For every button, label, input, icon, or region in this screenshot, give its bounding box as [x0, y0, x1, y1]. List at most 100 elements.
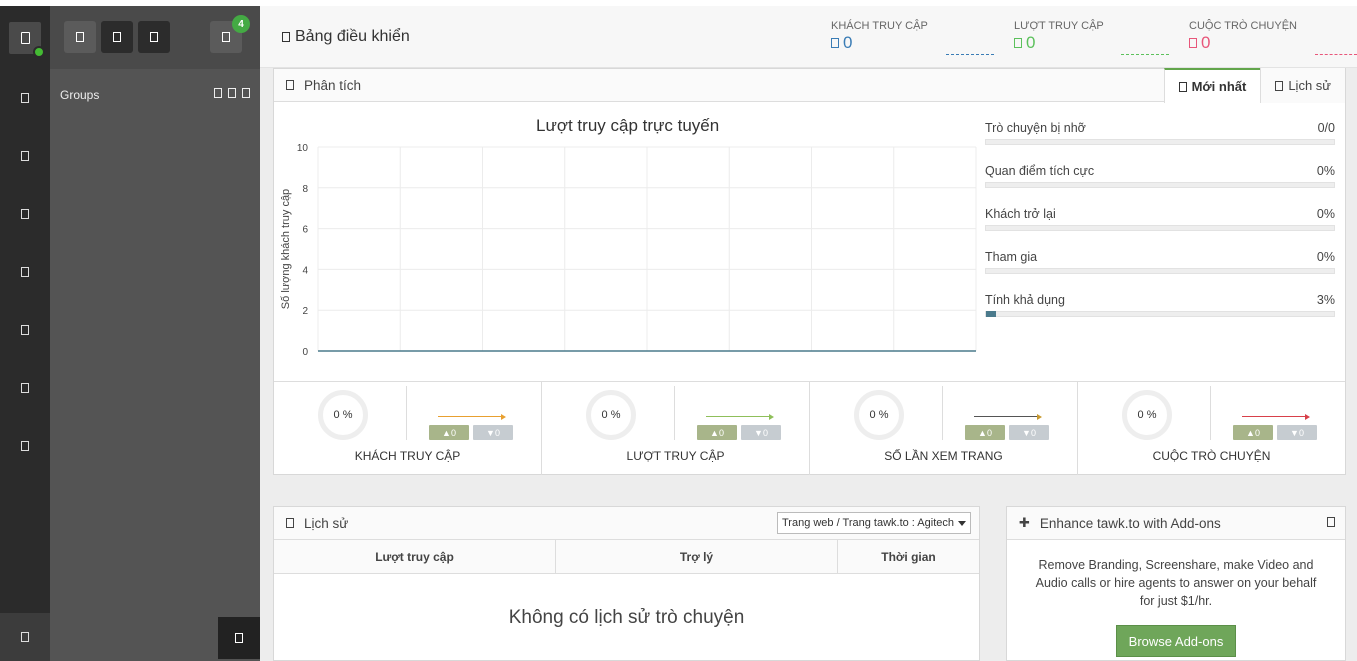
chart-y-tick-label: 2	[302, 306, 308, 317]
tab-latest[interactable]: Mới nhất	[1163, 68, 1261, 103]
report-icon	[21, 325, 29, 335]
kpi-trend-line	[974, 414, 1042, 420]
people-icon	[76, 32, 84, 42]
property-filter-select[interactable]: Trang web / Trang tawk.to : Agitech	[776, 512, 971, 534]
kpi-chats: 0 % ▲0 ▼0 CUỘC TRÒ CHUYỆN	[1078, 382, 1345, 475]
metric-track	[985, 268, 1335, 274]
edit-group-icon[interactable]	[228, 88, 236, 98]
kpi-down-pill: ▼0	[1009, 425, 1049, 440]
collapse-group-icon[interactable]	[242, 88, 250, 98]
bell-icon	[222, 32, 230, 42]
history-title: Lịch sử	[304, 515, 349, 531]
stat-value: 0	[831, 33, 928, 53]
nav-monitoring[interactable]	[0, 127, 50, 185]
tb-button-2[interactable]	[101, 21, 133, 53]
stat-number: 0	[1026, 33, 1036, 52]
close-icon[interactable]	[1327, 517, 1335, 527]
metric-availability: Tính khả dụng 3%	[985, 293, 1335, 317]
expand-icon	[235, 633, 243, 643]
analytics-icon	[286, 80, 294, 90]
metric-label: Quan điểm tích cực	[985, 164, 1095, 178]
stat-value: 0	[1014, 33, 1104, 53]
metric-value: 0/0	[1317, 121, 1335, 135]
metric-fill	[986, 311, 997, 317]
status-button[interactable]	[9, 21, 45, 58]
kpi-visits: 0 % ▲0 ▼0 LƯỢT TRUY CẬP	[542, 382, 810, 475]
chart-y-tick-label: 0	[302, 347, 308, 358]
metric-value: 0%	[1316, 250, 1335, 264]
nav-settings[interactable]	[0, 417, 50, 475]
groups-panel: 4 Groups	[50, 6, 260, 661]
online-status-dot	[33, 45, 45, 58]
history-panel: Lịch sử Trang web / Trang tawk.to : Agit…	[273, 506, 980, 661]
tb-button-3[interactable]	[138, 21, 170, 53]
history-table-header: Lượt truy cập Trợ lý Thời gian	[274, 540, 979, 574]
metric-track	[985, 139, 1335, 145]
history-icon	[1275, 80, 1284, 91]
visitors-icon	[831, 38, 839, 48]
stat-chats: CUỘC TRÒ CHUYỆN 0	[1189, 20, 1357, 55]
stat-label: KHÁCH TRUY CẬP	[831, 20, 928, 32]
nav-knowledge[interactable]	[0, 359, 50, 417]
metric-value: 3%	[1316, 293, 1335, 307]
dashboard-title-icon	[282, 32, 290, 42]
chart-y-tick-label: 8	[302, 184, 308, 195]
history-icon	[286, 518, 294, 528]
col-visits[interactable]: Lượt truy cập	[274, 540, 556, 573]
left-nav-rail	[0, 6, 50, 661]
metric-label: Trò chuyện bị nhỡ	[985, 121, 1086, 135]
stat-number: 0	[1201, 33, 1211, 52]
notifications-button[interactable]: 4	[210, 15, 250, 53]
kpi-divider	[406, 386, 407, 440]
col-agent[interactable]: Trợ lý	[556, 540, 838, 573]
visits-chart: 0 2 4 6 8 10 Số lượng khách truy cập	[280, 143, 977, 358]
metric-label: Tính khả dụng	[985, 293, 1065, 307]
gear-icon	[21, 441, 29, 451]
analytics-title: Phân tích	[304, 77, 362, 93]
metric-positive-sentiment: Quan điểm tích cực 0%	[985, 164, 1335, 188]
kpi-label: SỐ LẦN XEM TRANG	[884, 449, 1003, 463]
page-title-text: Bảng điều khiển	[295, 28, 410, 45]
page-title: Bảng điều khiển	[282, 28, 410, 46]
kpi-ring: 0 %	[854, 390, 904, 440]
analytics-panel: Phân tích Mới nhất Lịch sử Lượt truy cập…	[273, 68, 1346, 475]
kpi-label: CUỘC TRÒ CHUYỆN	[1152, 449, 1271, 463]
stat-value: 0	[1189, 33, 1297, 53]
tab-label: Lịch sử	[1288, 78, 1331, 93]
kpi-up-pill: ▲0	[429, 425, 469, 440]
kpi-strip: 0 % ▲0 ▼0 KHÁCH TRUY CẬP 0 % ▲0 ▼0 LƯỢT …	[274, 381, 1345, 475]
stat-number: 0	[843, 33, 853, 52]
addons-panel: ✚ Enhance tawk.to with Add-ons Remove Br…	[1006, 506, 1346, 661]
notification-badge: 4	[232, 15, 250, 33]
dashboard-icon	[21, 93, 29, 103]
select-value: Trang web / Trang tawk.to : Agitech	[781, 517, 954, 529]
add-group-icon[interactable]	[214, 88, 222, 98]
book-icon	[21, 383, 29, 393]
nav-messaging[interactable]	[0, 185, 50, 243]
groups-bottom-button[interactable]	[218, 617, 260, 659]
browse-addons-button[interactable]: Browse Add-ons	[1116, 625, 1236, 657]
nav-reporting[interactable]	[0, 301, 50, 359]
kpi-up-pill: ▲0	[965, 425, 1005, 440]
kpi-down-pill: ▼0	[1277, 425, 1317, 440]
nav-contacts[interactable]	[0, 243, 50, 301]
tab-history[interactable]: Lịch sử	[1260, 68, 1345, 103]
metric-track	[985, 225, 1335, 231]
kpi-up-pill: ▲0	[697, 425, 737, 440]
col-time[interactable]: Thời gian	[838, 540, 979, 573]
kpi-label: KHÁCH TRUY CẬP	[354, 449, 461, 463]
stat-label: LƯỢT TRUY CẬP	[1014, 20, 1104, 32]
chart-y-tick-label: 4	[302, 265, 308, 276]
kpi-trend-line	[438, 414, 506, 420]
kpi-trend-line	[1242, 414, 1310, 420]
rail-bottom-button[interactable]	[0, 613, 50, 661]
visitor-icon	[113, 32, 121, 42]
tb-button-1[interactable]	[64, 21, 96, 53]
stat-label: CUỘC TRÒ CHUYỆN	[1189, 20, 1297, 32]
nav-dashboard[interactable]	[0, 69, 50, 127]
visits-icon	[1014, 38, 1022, 48]
stat-visits: LƯỢT TRUY CẬP 0	[1014, 20, 1169, 55]
chart-title: Lượt truy cập trực tuyến	[536, 116, 720, 135]
stat-sparkline	[946, 54, 994, 55]
metric-value: 0%	[1316, 207, 1335, 221]
